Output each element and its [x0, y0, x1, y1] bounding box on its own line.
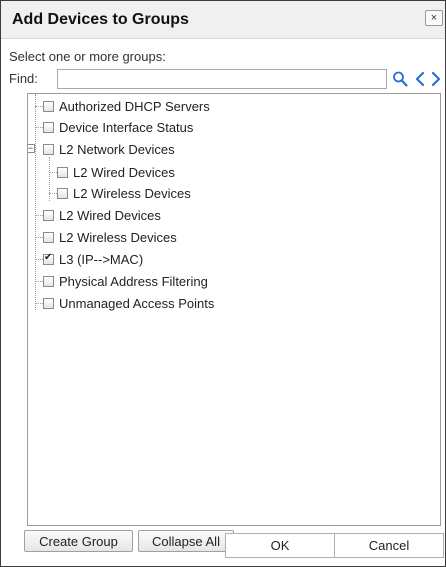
- tree-connector-line: [35, 259, 43, 260]
- tree-item-label: L2 Wireless Devices: [59, 229, 177, 245]
- tree-item-label: L2 Wireless Devices: [73, 185, 191, 201]
- tree-connector-line: [35, 127, 43, 128]
- create-group-button[interactable]: Create Group: [24, 530, 133, 552]
- tree-item[interactable]: L2 Network Devices: [43, 139, 175, 159]
- tree-connector-line: [35, 215, 43, 216]
- tree-item-label: L2 Wired Devices: [73, 164, 175, 180]
- tree-item-checkbox[interactable]: [43, 143, 54, 155]
- find-input[interactable]: [57, 69, 387, 89]
- tree-item-checkbox[interactable]: [43, 252, 54, 265]
- tree-item[interactable]: Physical Address Filtering: [43, 271, 208, 291]
- search-icon[interactable]: [392, 70, 408, 88]
- find-next-icon[interactable]: [431, 71, 441, 87]
- tree-item-checkbox[interactable]: [43, 297, 54, 309]
- tree-item-checkbox[interactable]: [43, 121, 54, 133]
- cancel-button[interactable]: Cancel: [334, 533, 444, 558]
- dialog-title: Add Devices to Groups: [12, 11, 189, 28]
- tree-item-label: L2 Network Devices: [59, 141, 175, 157]
- tree-item[interactable]: Unmanaged Access Points: [43, 293, 214, 313]
- add-devices-dialog: Add Devices to Groups × Select one or mo…: [0, 0, 446, 567]
- tree-item-label: Unmanaged Access Points: [59, 295, 215, 311]
- group-tree[interactable]: − Authorized DHCP Servers Device Interfa…: [27, 93, 441, 526]
- tree-item-checkbox[interactable]: [57, 166, 68, 178]
- ok-button[interactable]: OK: [225, 533, 335, 558]
- tree-item[interactable]: Authorized DHCP Servers: [43, 96, 210, 116]
- tree-connector-line: [49, 157, 50, 201]
- collapse-all-button[interactable]: Collapse All: [138, 530, 234, 552]
- dialog-titlebar: Add Devices to Groups ×: [1, 1, 445, 39]
- tree-connector-line: [35, 303, 43, 304]
- select-groups-prompt: Select one or more groups:: [9, 49, 166, 64]
- tree-item-checkbox[interactable]: [43, 209, 54, 221]
- tree-item-checkbox[interactable]: [43, 100, 54, 112]
- tree-item[interactable]: L2 Wireless Devices: [43, 227, 177, 247]
- tree-item-checkbox[interactable]: [57, 187, 68, 199]
- tree-connector-line: [35, 281, 43, 282]
- tree-item-label: Authorized DHCP Servers: [59, 98, 210, 114]
- tree-item-label: L2 Wired Devices: [59, 207, 161, 223]
- tree-item[interactable]: L3 (IP-->MAC): [43, 249, 143, 269]
- tree-item-label: Physical Address Filtering: [59, 273, 208, 289]
- tree-connector-line: [49, 172, 57, 173]
- find-label: Find:: [9, 71, 38, 86]
- tree-item[interactable]: Device Interface Status: [43, 117, 193, 137]
- tree-item-label: Device Interface Status: [59, 119, 194, 135]
- collapse-expander-icon[interactable]: −: [28, 144, 35, 153]
- find-previous-icon[interactable]: [415, 71, 425, 87]
- tree-item[interactable]: L2 Wired Devices: [43, 205, 161, 225]
- tree-item[interactable]: L2 Wireless Devices: [57, 183, 191, 203]
- tree-connector-line: [35, 106, 43, 107]
- tree-item-label: L3 (IP-->MAC): [59, 251, 144, 267]
- close-button[interactable]: ×: [425, 10, 443, 26]
- tree-connector-line: [35, 237, 43, 238]
- tree-item-checkbox[interactable]: [43, 231, 54, 243]
- tree-connector-line: [49, 193, 57, 194]
- tree-item-checkbox[interactable]: [43, 275, 54, 287]
- tree-item[interactable]: L2 Wired Devices: [57, 162, 175, 182]
